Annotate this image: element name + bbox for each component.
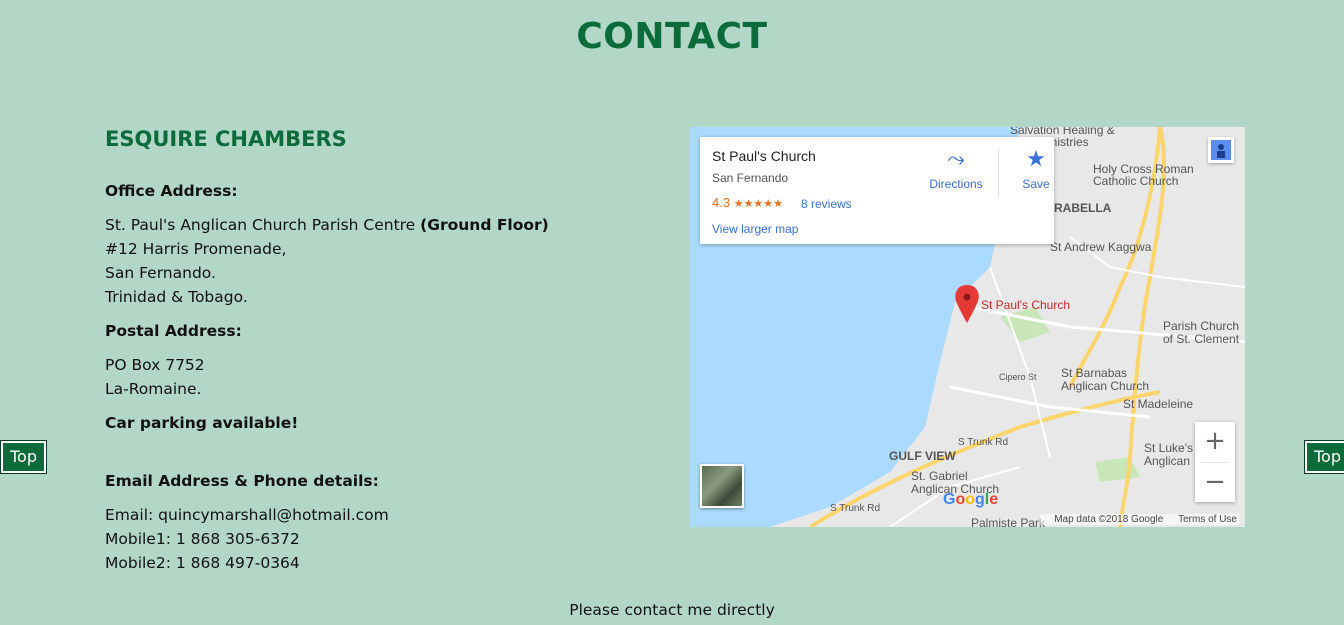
office-line-4: Trinidad & Tobago.: [105, 288, 248, 306]
label-madeleine: St Madeleine: [1123, 397, 1194, 411]
label-s-trunk-1: S Trunk Rd: [958, 437, 1009, 448]
map-data-text: Map data ©2018 Google: [1054, 514, 1164, 525]
label-marker: St Paul's Church: [981, 298, 1070, 312]
directions-button[interactable]: ⤳ Directions: [928, 146, 984, 192]
label-palmiste: Palmiste Park: [971, 516, 1046, 527]
save-button[interactable]: ★ Save: [1012, 146, 1060, 192]
label-parish-1: Parish Church: [1163, 319, 1240, 333]
label-luke-2: Anglican: [1144, 454, 1191, 468]
map-attribution: Map data ©2018 Google Terms of Use: [1040, 514, 1239, 525]
star-icon: ★: [1026, 146, 1046, 171]
label-gabriel-1: St. Gabriel: [911, 469, 968, 483]
label-cipero: Cipero St: [999, 372, 1037, 382]
card-divider: [998, 149, 999, 197]
top-button-right[interactable]: Top: [1304, 440, 1344, 474]
postal-address: PO Box 7752 La-Romaine.: [105, 353, 205, 401]
label-st-andrew: St Andrew Kaggwa: [1050, 240, 1152, 254]
footer-text: Please contact me directly: [569, 601, 775, 619]
place-name: St Paul's Church: [712, 148, 816, 164]
label-holy-cross-2: Catholic Church: [1093, 174, 1179, 188]
zoom-in-button[interactable]: +: [1195, 422, 1235, 462]
office-line-1-floor: (Ground Floor): [420, 216, 549, 234]
save-label: Save: [1022, 177, 1050, 191]
page-title: CONTACT: [576, 16, 768, 57]
office-line-1: St. Paul's Anglican Church Parish Centre: [105, 216, 416, 234]
label-parish-2: of St. Clement: [1163, 332, 1240, 346]
mobile2-line: Mobile2: 1 868 497-0364: [105, 554, 300, 572]
office-address-heading: Office Address:: [105, 182, 238, 200]
label-gulf-view: GULF VIEW: [889, 449, 956, 463]
contact-heading: Email Address & Phone details:: [105, 472, 379, 490]
place-card: St Paul's Church San Fernando 4.3 ★★★★★ …: [700, 137, 1054, 244]
terms-link[interactable]: Terms of Use: [1178, 514, 1237, 525]
firm-name: ESQUIRE CHAMBERS: [105, 127, 347, 151]
contact-details: Email: quincymarshall@hotmail.com Mobile…: [105, 503, 389, 575]
place-subtitle: San Fernando: [712, 171, 789, 185]
parking-note: Car parking available!: [105, 414, 299, 432]
office-address: St. Paul's Anglican Church Parish Centre…: [105, 213, 549, 309]
rating-value: 4.3: [712, 195, 731, 210]
directions-icon: ⤳: [947, 146, 965, 171]
zoom-controls: + −: [1195, 422, 1235, 502]
satellite-toggle[interactable]: [700, 464, 744, 508]
google-logo: Google: [943, 491, 999, 508]
street-view-pegman-icon[interactable]: [1208, 137, 1234, 163]
office-line-3: San Fernando.: [105, 264, 216, 282]
embedded-map[interactable]: Salvation Healing & Ministries Holy Cros…: [690, 127, 1245, 527]
email-line: Email: quincymarshall@hotmail.com: [105, 506, 389, 524]
office-line-2: #12 Harris Promenade,: [105, 240, 287, 258]
view-larger-map-link[interactable]: View larger map: [712, 222, 798, 236]
label-barnabas-1: St Barnabas: [1061, 366, 1128, 380]
label-s-trunk-2: S Trunk Rd: [830, 503, 881, 514]
zoom-out-button[interactable]: −: [1195, 463, 1235, 503]
reviews-link[interactable]: 8 reviews: [801, 197, 852, 211]
label-arabella: RABELLA: [1054, 201, 1112, 215]
mobile1-line: Mobile1: 1 868 305-6372: [105, 530, 300, 548]
label-luke-1: St Luke's: [1144, 441, 1193, 455]
postal-line-1: PO Box 7752: [105, 356, 205, 374]
top-button-left[interactable]: Top: [0, 440, 47, 474]
postal-address-heading: Postal Address:: [105, 322, 242, 340]
postal-line-2: La-Romaine.: [105, 380, 202, 398]
pegman-svg: [1211, 140, 1231, 160]
place-rating: 4.3 ★★★★★: [712, 195, 783, 210]
label-barnabas-2: Anglican Church: [1061, 379, 1150, 393]
rating-stars-icon: ★★★★★: [733, 198, 784, 210]
directions-label: Directions: [929, 177, 983, 191]
